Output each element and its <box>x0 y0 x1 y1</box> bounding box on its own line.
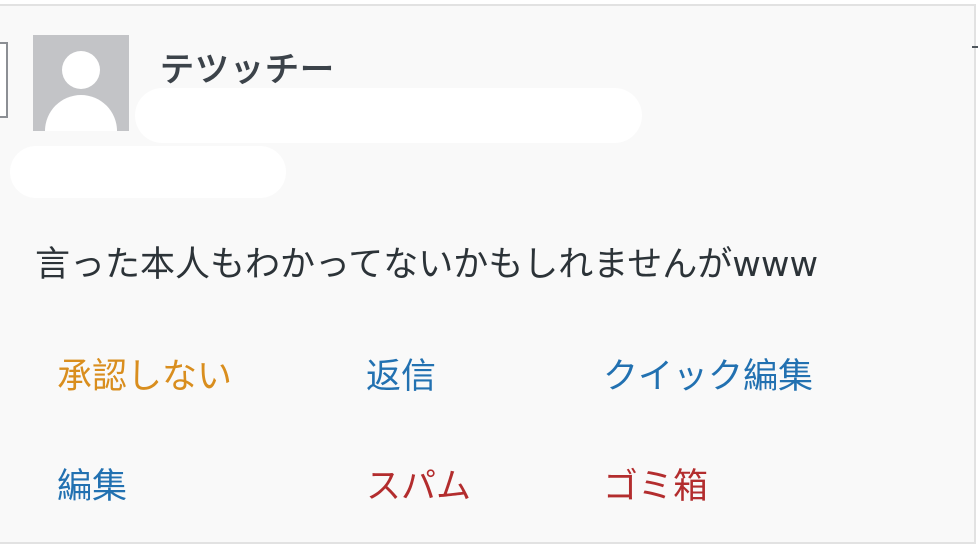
comment-author-name: テツッチー <box>160 50 335 90</box>
redacted-author-ip <box>10 146 286 198</box>
redacted-author-email <box>135 88 642 143</box>
comment-text: 言った本人もわかってないかもしれませんがwww <box>35 245 819 285</box>
avatar <box>33 35 129 131</box>
unapprove-link[interactable]: 承認しない <box>57 348 232 399</box>
toggle-row-icon[interactable] <box>972 46 978 52</box>
edit-link[interactable]: 編集 <box>57 458 127 509</box>
quick-edit-link[interactable]: クイック編集 <box>603 348 813 399</box>
trash-link[interactable]: ゴミ箱 <box>603 458 708 509</box>
avatar-head-shape <box>62 51 100 89</box>
comment-row: テツッチー 言った本人もわかってないかもしれませんがwww 承認しない 返信 ク… <box>0 4 978 544</box>
spam-link[interactable]: スパム <box>366 458 471 509</box>
comment-select-checkbox[interactable] <box>0 42 8 118</box>
reply-link[interactable]: 返信 <box>366 348 436 399</box>
avatar-body-shape <box>45 95 117 131</box>
